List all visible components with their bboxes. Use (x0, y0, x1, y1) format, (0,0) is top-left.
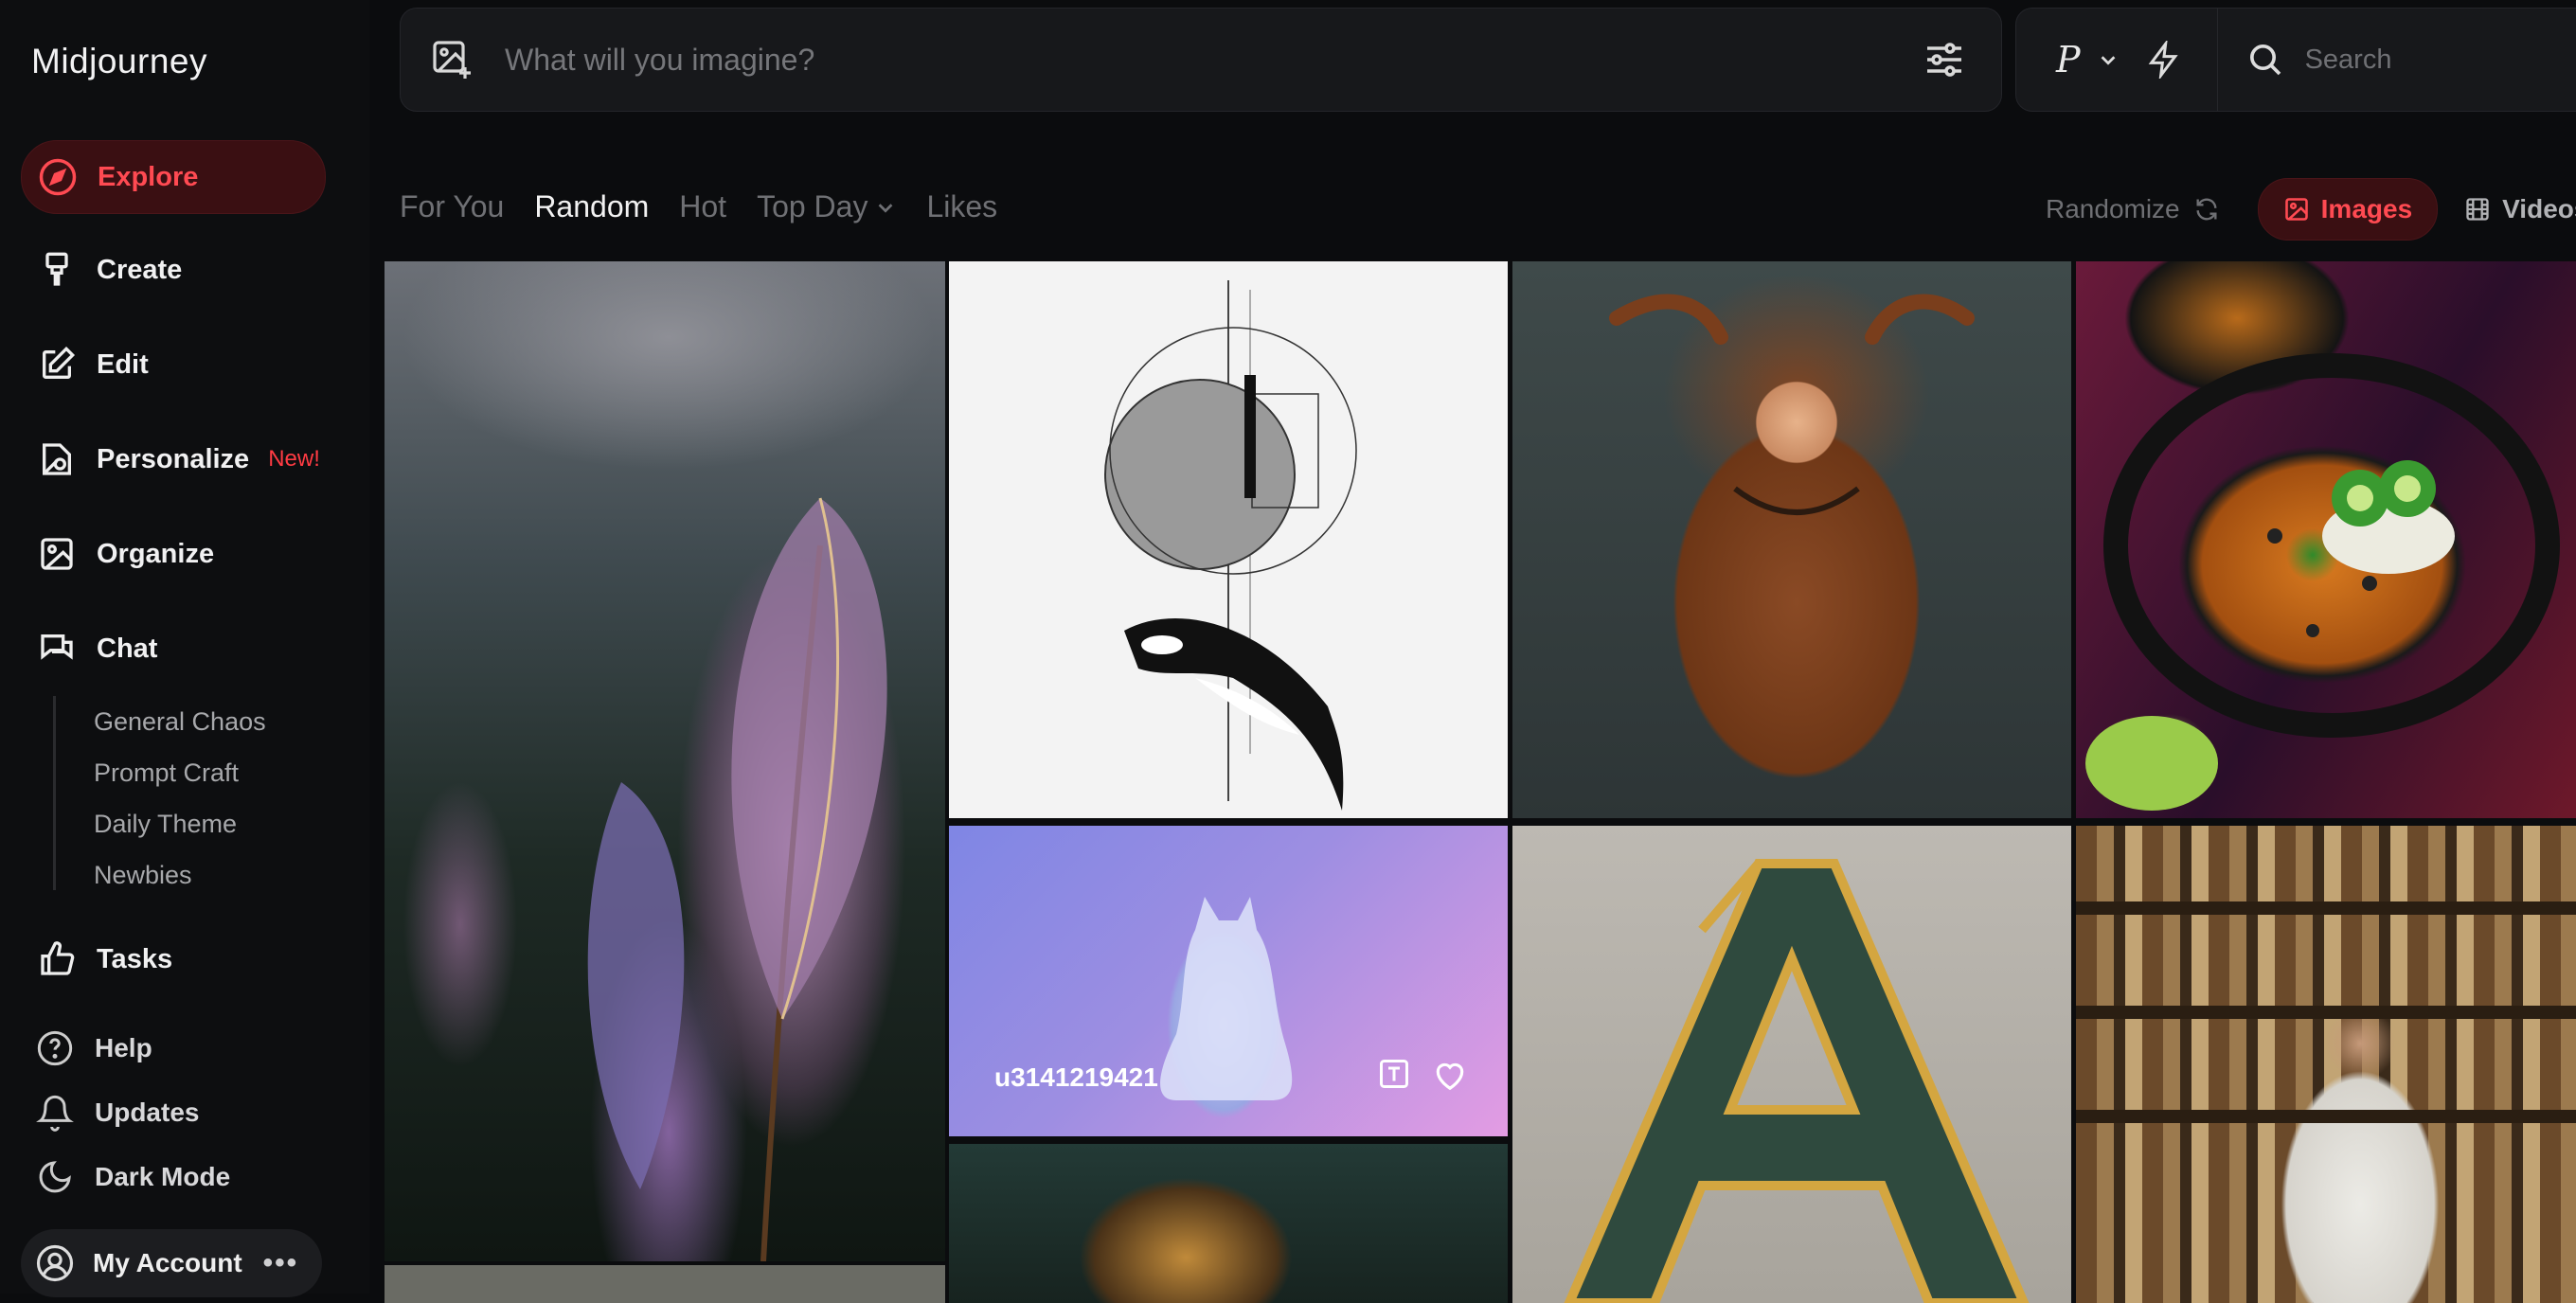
gallery-image-golden-creature[interactable] (949, 1144, 1508, 1303)
chat-channel-daily-theme[interactable]: Daily Theme (56, 798, 266, 849)
gallery-controls: Randomize Images Videos (2046, 178, 2576, 241)
nav-personalize-label: Personalize (97, 443, 250, 474)
nav-chat-label: Chat (97, 633, 158, 664)
nav-updates-label: Updates (95, 1098, 200, 1127)
image-upload-icon[interactable] (429, 37, 474, 82)
gallery-image-glowing-cat[interactable]: u3141219421 (949, 826, 1508, 1136)
chevron-down-icon (879, 203, 893, 213)
app-logo[interactable]: Midjourney (31, 42, 207, 81)
nav-tasks-label: Tasks (97, 943, 173, 974)
tab-likes[interactable]: Likes (926, 189, 997, 224)
personalize-icon (36, 438, 78, 480)
toolbar-divider (2216, 9, 2218, 111)
thumbs-up-icon (36, 938, 78, 980)
chat-icon (36, 628, 78, 669)
ornate-letter-artwork (1564, 859, 2030, 1303)
sidebar: Midjourney Explore Create Edit Personali… (0, 0, 369, 1297)
nav-create[interactable]: Create (21, 234, 324, 306)
user-icon (34, 1242, 76, 1284)
nav-updates[interactable]: Updates (34, 1092, 199, 1133)
gallery-image-rice-bowl[interactable] (2076, 261, 2576, 818)
nav-help-label: Help (95, 1033, 152, 1062)
nav-explore-label: Explore (98, 161, 199, 192)
nav-explore[interactable]: Explore (21, 140, 326, 214)
more-options-icon[interactable]: ••• (263, 1247, 299, 1279)
my-account-label: My Account (93, 1248, 242, 1277)
image-icon (36, 533, 78, 575)
lightning-icon[interactable] (2145, 41, 2183, 79)
image-overlay-actions (1377, 1057, 1468, 1093)
compass-icon (37, 156, 79, 198)
search-input[interactable] (2302, 43, 2496, 77)
tab-top-day[interactable]: Top Day (757, 189, 896, 224)
gallery-image-ornate-letter-a[interactable] (1512, 826, 2071, 1303)
new-badge: New! (268, 446, 320, 472)
feed-tabs: For You Random Hot Top Day Likes (400, 189, 1028, 224)
nav-edit[interactable]: Edit (21, 329, 324, 401)
images-filter-button[interactable]: Images (2257, 178, 2439, 241)
nav-organize-label: Organize (97, 538, 215, 569)
chevron-down-icon[interactable] (2098, 49, 2119, 70)
nav-create-label: Create (97, 254, 183, 285)
nav-chat[interactable]: Chat (21, 613, 324, 685)
videos-filter-label: Videos (2502, 194, 2576, 223)
prompt-bar (400, 8, 2002, 112)
gallery-image-partial[interactable] (385, 1265, 945, 1303)
settings-sliders-icon[interactable] (1922, 37, 1967, 82)
image-author-username[interactable]: u3141219421 (994, 1062, 1158, 1093)
personalization-version-button[interactable]: P (2056, 39, 2081, 80)
nav-edit-label: Edit (97, 348, 149, 380)
tab-top-day-label: Top Day (757, 189, 868, 223)
chat-channel-list: General Chaos Prompt Craft Daily Theme N… (53, 696, 266, 890)
image-icon (2284, 198, 2308, 221)
bell-icon (34, 1092, 76, 1133)
nav-personalize[interactable]: Personalize New! (21, 423, 324, 495)
chat-channel-general-chaos[interactable]: General Chaos (56, 696, 266, 747)
gallery-image-orca-collage[interactable] (949, 261, 1508, 818)
orca-collage-artwork (1104, 280, 1357, 811)
images-filter-label: Images (2320, 194, 2413, 223)
feather-artwork (587, 497, 887, 1261)
gallery-image-man-with-laptop[interactable] (2076, 826, 2576, 1303)
heart-icon[interactable] (1432, 1057, 1468, 1093)
brush-icon (36, 249, 78, 291)
dark-mode-toggle[interactable]: Dark Mode (34, 1156, 230, 1198)
help-icon (34, 1027, 76, 1069)
prompt-input[interactable] (503, 41, 1922, 79)
search-icon (2249, 45, 2281, 76)
dark-mode-label: Dark Mode (95, 1162, 231, 1191)
tab-for-you[interactable]: For You (400, 189, 504, 224)
chat-channel-prompt-craft[interactable]: Prompt Craft (56, 747, 266, 798)
film-icon (2466, 198, 2489, 221)
my-account-button[interactable]: My Account ••• (21, 1229, 322, 1297)
moon-icon (34, 1156, 76, 1198)
refresh-icon (2196, 198, 2217, 221)
nav-tasks[interactable]: Tasks (21, 923, 324, 995)
text-prompt-icon[interactable] (1377, 1057, 1411, 1093)
chat-channel-newbies[interactable]: Newbies (56, 849, 266, 901)
videos-filter-button[interactable]: Videos (2464, 194, 2576, 224)
randomize-label: Randomize (2046, 194, 2180, 223)
edit-icon (36, 344, 78, 385)
costume-artwork (1609, 294, 1975, 515)
tool-bar: P (2015, 8, 2576, 112)
gallery-image-man-in-costume[interactable] (1512, 261, 2071, 818)
tab-random[interactable]: Random (534, 189, 649, 224)
nav-organize[interactable]: Organize (21, 518, 324, 590)
rice-bowl-artwork (2085, 353, 2560, 811)
tab-hot[interactable]: Hot (679, 189, 726, 224)
nav-help[interactable]: Help (34, 1027, 152, 1069)
gallery-image-dewy-feathers[interactable] (385, 261, 945, 1261)
randomize-button[interactable]: Randomize (2046, 194, 2220, 224)
